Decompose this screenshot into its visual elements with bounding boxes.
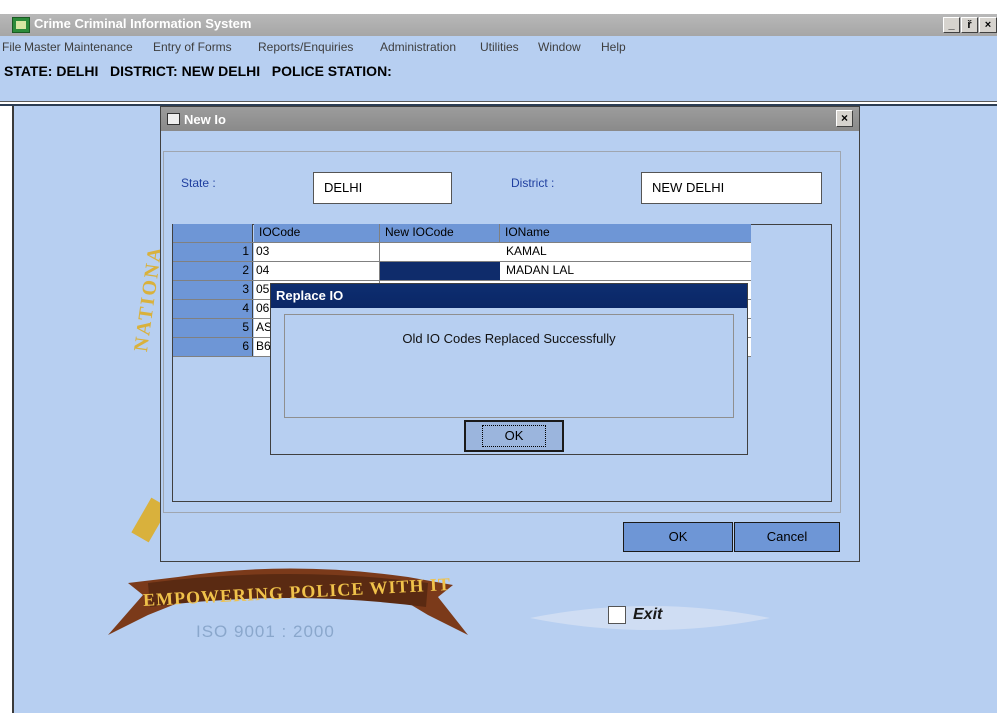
- new-io-title-bar[interactable]: [161, 107, 859, 131]
- state-field[interactable]: DELHI: [313, 172, 452, 204]
- replace-io-ok-button[interactable]: OK: [464, 420, 564, 452]
- district-field[interactable]: NEW DELHI: [641, 172, 822, 204]
- window-title: Crime Criminal Information System: [34, 16, 252, 31]
- state-label: State :: [181, 176, 216, 190]
- table-row[interactable]: 2 04 MADAN LAL: [173, 262, 751, 281]
- district-label: District :: [511, 176, 555, 190]
- grid-header-new-iocode[interactable]: New IOCode: [380, 224, 500, 242]
- row-number: 6: [173, 338, 253, 356]
- row-number: 4: [173, 300, 253, 318]
- replace-io-group: [284, 314, 734, 418]
- new-io-cancel-button[interactable]: Cancel: [734, 522, 840, 552]
- grid-header-ioname[interactable]: IOName: [500, 224, 751, 242]
- minimize-button[interactable]: _: [943, 17, 960, 33]
- menu-entry-of-forms[interactable]: Entry of Forms: [153, 40, 232, 54]
- row-number: 1: [173, 243, 253, 261]
- row-number: 5: [173, 319, 253, 337]
- menu-administration[interactable]: Administration: [380, 40, 456, 54]
- replace-io-message: Old IO Codes Replaced Successfully: [402, 331, 616, 346]
- cell-new-iocode[interactable]: [380, 243, 501, 261]
- cell-iocode[interactable]: 04: [254, 262, 380, 280]
- new-io-title: New Io: [184, 112, 226, 127]
- cell-ioname[interactable]: KAMAL: [500, 243, 751, 261]
- replace-io-ok-label: OK: [481, 425, 547, 447]
- grid-header-corner: [173, 224, 253, 242]
- menu-master-maintenance[interactable]: Master Maintenance: [24, 40, 133, 54]
- row-number: 2: [173, 262, 253, 280]
- replace-io-title: Replace IO: [276, 288, 344, 303]
- app-icon: [12, 17, 30, 33]
- menu-window[interactable]: Window: [538, 40, 581, 54]
- grid-header-iocode[interactable]: IOCode: [254, 224, 380, 242]
- new-io-close-button[interactable]: ×: [836, 110, 853, 127]
- cell-iocode[interactable]: 03: [254, 243, 380, 261]
- exit-icon: [608, 606, 626, 624]
- menu-utilities[interactable]: Utilities: [480, 40, 519, 54]
- cell-new-iocode-selected[interactable]: [380, 262, 501, 280]
- menu-help[interactable]: Help: [601, 40, 626, 54]
- exit-label: Exit: [633, 606, 663, 623]
- restore-button[interactable]: ř: [961, 17, 978, 33]
- table-row[interactable]: 1 03 KAMAL: [173, 243, 751, 262]
- grid-header-row: IOCode New IOCode IOName: [173, 224, 751, 243]
- menu-reports-enquiries[interactable]: Reports/Enquiries: [258, 40, 353, 54]
- close-button[interactable]: ×: [979, 17, 997, 33]
- location-info-text: STATE: DELHI DISTRICT: NEW DELHI POLICE …: [4, 63, 392, 79]
- iso-text: ISO 9001 : 2000: [196, 622, 335, 641]
- row-number: 3: [173, 281, 253, 299]
- cell-ioname[interactable]: MADAN LAL: [500, 262, 751, 280]
- dialog-icon: [167, 113, 180, 125]
- menu-file[interactable]: File: [2, 40, 21, 54]
- new-io-ok-button[interactable]: OK: [623, 522, 733, 552]
